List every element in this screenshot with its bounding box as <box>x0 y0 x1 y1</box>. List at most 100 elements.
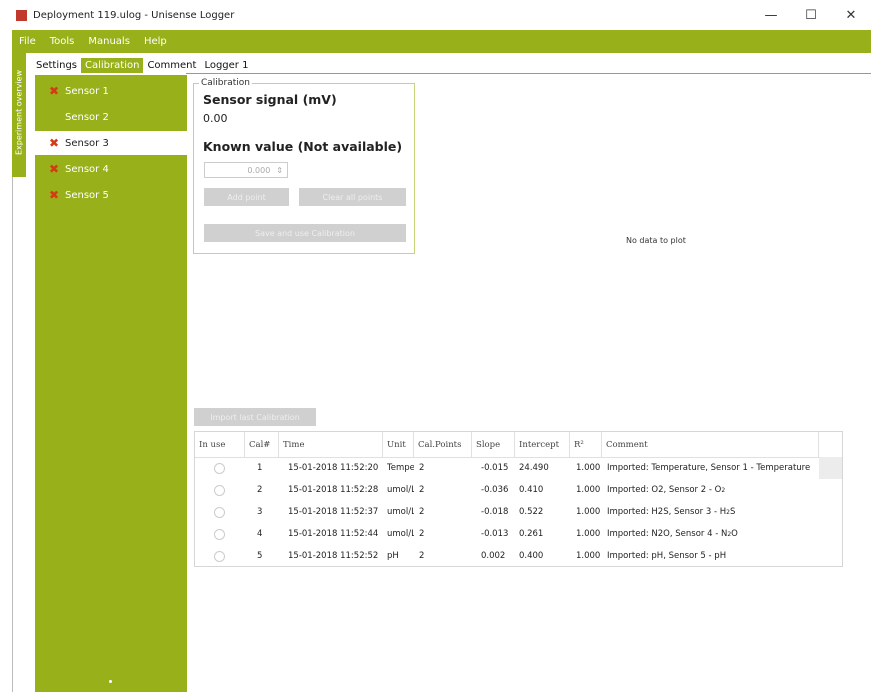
sensor-label: Sensor 4 <box>65 163 109 175</box>
add-point-button[interactable]: Add point <box>204 188 289 206</box>
menu-help[interactable]: Help <box>137 36 174 47</box>
slope-cell: -0.015 <box>481 463 509 473</box>
time-cell: 15-01-2018 11:52:44 <box>288 529 379 539</box>
maximize-button[interactable]: ☐ <box>791 0 831 30</box>
sensor-label: Sensor 3 <box>65 137 109 149</box>
cal-number: 5 <box>257 551 263 561</box>
r2-cell: 1.000 <box>576 463 601 473</box>
table-row[interactable]: 3 15-01-2018 11:52:37 umol/L 2 -0.018 0.… <box>195 501 842 523</box>
table-row[interactable]: 5 15-01-2018 11:52:52 pH 2 0.002 0.400 1… <box>195 545 842 567</box>
slope-cell: -0.013 <box>481 529 509 539</box>
in-use-radio[interactable] <box>214 462 225 474</box>
table-row[interactable]: 1 15-01-2018 11:52:20 Tempe 2 -0.015 24.… <box>195 457 842 479</box>
tab-logger-1[interactable]: Logger 1 <box>200 58 252 73</box>
header-time[interactable]: Time <box>279 432 383 457</box>
header-cal-number[interactable]: Cal# <box>245 432 279 457</box>
error-x-icon: ✖ <box>48 136 60 150</box>
error-x-icon: ✖ <box>48 188 60 202</box>
tab-settings[interactable]: Settings <box>32 58 81 73</box>
import-calibration-button[interactable]: Import last Calibration <box>194 408 316 426</box>
points-cell: 2 <box>419 507 425 517</box>
left-border <box>12 177 13 692</box>
menu-tools[interactable]: Tools <box>43 36 82 47</box>
window-title: Deployment 119.ulog - Unisense Logger <box>33 9 235 21</box>
sensor-list: ✖ Sensor 1 ✖ Sensor 2 ✖ Sensor 3 ✖ Senso… <box>35 75 187 692</box>
tab-comment[interactable]: Comment <box>143 58 200 73</box>
sensor-item-2[interactable]: ✖ Sensor 2 <box>35 105 187 129</box>
row-extra-cell <box>819 457 842 479</box>
intercept-cell: 0.400 <box>519 551 544 561</box>
intercept-cell: 0.522 <box>519 507 544 517</box>
sensor-label: Sensor 1 <box>65 85 109 97</box>
scroll-dot-icon <box>109 680 112 683</box>
header-comment[interactable]: Comment <box>602 432 819 457</box>
unit-cell: pH <box>387 551 399 561</box>
header-slope[interactable]: Slope <box>472 432 515 457</box>
cal-number: 1 <box>257 463 263 473</box>
experiment-overview-tab[interactable]: Experiment overview <box>12 53 26 177</box>
sensor-signal-value: 0.00 <box>203 112 228 125</box>
time-cell: 15-01-2018 11:52:37 <box>288 507 379 517</box>
window-controls: — ☐ ✕ <box>751 0 871 30</box>
r2-cell: 1.000 <box>576 485 601 495</box>
table-row[interactable]: 2 15-01-2018 11:52:28 umol/L 2 -0.036 0.… <box>195 479 842 501</box>
header-cal-points[interactable]: Cal.Points <box>414 432 472 457</box>
known-value-stepper[interactable]: 0.000 ⇕ <box>204 162 288 178</box>
main-tabs: Settings Calibration Comment Logger 1 <box>32 57 252 74</box>
sensor-item-4[interactable]: ✖ Sensor 4 <box>35 157 187 181</box>
status-blank-icon: ✖ <box>47 110 61 124</box>
unit-cell: umol/L <box>387 507 414 517</box>
intercept-cell: 24.490 <box>519 463 549 473</box>
in-use-radio[interactable] <box>214 528 225 540</box>
points-cell: 2 <box>419 485 425 495</box>
clear-points-button[interactable]: Clear all points <box>299 188 406 206</box>
points-cell: 2 <box>419 463 425 473</box>
unit-cell: umol/L <box>387 485 414 495</box>
slope-cell: -0.036 <box>481 485 509 495</box>
header-intercept[interactable]: Intercept <box>515 432 570 457</box>
sensor-signal-title: Sensor signal (mV) <box>203 92 337 107</box>
menu-file[interactable]: File <box>12 36 43 47</box>
experiment-overview-label: Experiment overview <box>14 69 24 156</box>
time-cell: 15-01-2018 11:52:20 <box>288 463 379 473</box>
comment-cell: Imported: H2S, Sensor 3 - H2S <box>607 507 736 517</box>
r2-cell: 1.000 <box>576 529 601 539</box>
in-use-radio[interactable] <box>214 550 225 562</box>
cal-number: 4 <box>257 529 263 539</box>
cal-number: 3 <box>257 507 263 517</box>
in-use-cell <box>195 501 245 523</box>
menu-manuals[interactable]: Manuals <box>81 36 137 47</box>
calibration-legend: Calibration <box>199 78 252 88</box>
in-use-cell <box>195 457 245 479</box>
r2-cell: 1.000 <box>576 507 601 517</box>
sensor-item-5[interactable]: ✖ Sensor 5 <box>35 183 187 207</box>
header-r-squared[interactable]: R² <box>570 432 602 457</box>
close-button[interactable]: ✕ <box>831 0 871 30</box>
in-use-radio[interactable] <box>214 484 225 496</box>
comment-cell: Imported: N2O, Sensor 4 - N2O <box>607 529 738 539</box>
time-cell: 15-01-2018 11:52:28 <box>288 485 379 495</box>
unit-cell: umol/L <box>387 529 414 539</box>
unit-cell: Tempe <box>387 463 414 473</box>
tab-calibration[interactable]: Calibration <box>81 58 144 73</box>
table-header: In use Cal# Time Unit Cal.Points Slope I… <box>195 432 842 458</box>
header-in-use[interactable]: In use <box>195 432 245 457</box>
comment-cell: Imported: Temperature, Sensor 1 - Temper… <box>607 463 811 473</box>
known-value-input: 0.000 <box>247 165 271 175</box>
title-bar: Deployment 119.ulog - Unisense Logger — … <box>0 0 871 30</box>
sensor-label: Sensor 5 <box>65 189 109 201</box>
sensor-item-1[interactable]: ✖ Sensor 1 <box>35 79 187 103</box>
intercept-cell: 0.410 <box>519 485 544 495</box>
slope-cell: 0.002 <box>481 551 506 561</box>
header-unit[interactable]: Unit <box>383 432 414 457</box>
table-row[interactable]: 4 15-01-2018 11:52:44 umol/L 2 -0.013 0.… <box>195 523 842 545</box>
error-x-icon: ✖ <box>48 84 60 98</box>
tabs-underline <box>186 73 871 74</box>
no-data-text: No data to plot <box>626 236 686 245</box>
minimize-button[interactable]: — <box>751 0 791 30</box>
spin-arrows-icon: ⇕ <box>276 165 283 175</box>
in-use-radio[interactable] <box>214 506 225 518</box>
in-use-cell <box>195 545 245 567</box>
sensor-item-3[interactable]: ✖ Sensor 3 <box>35 131 187 155</box>
save-calibration-button[interactable]: Save and use Calibration <box>204 224 406 242</box>
